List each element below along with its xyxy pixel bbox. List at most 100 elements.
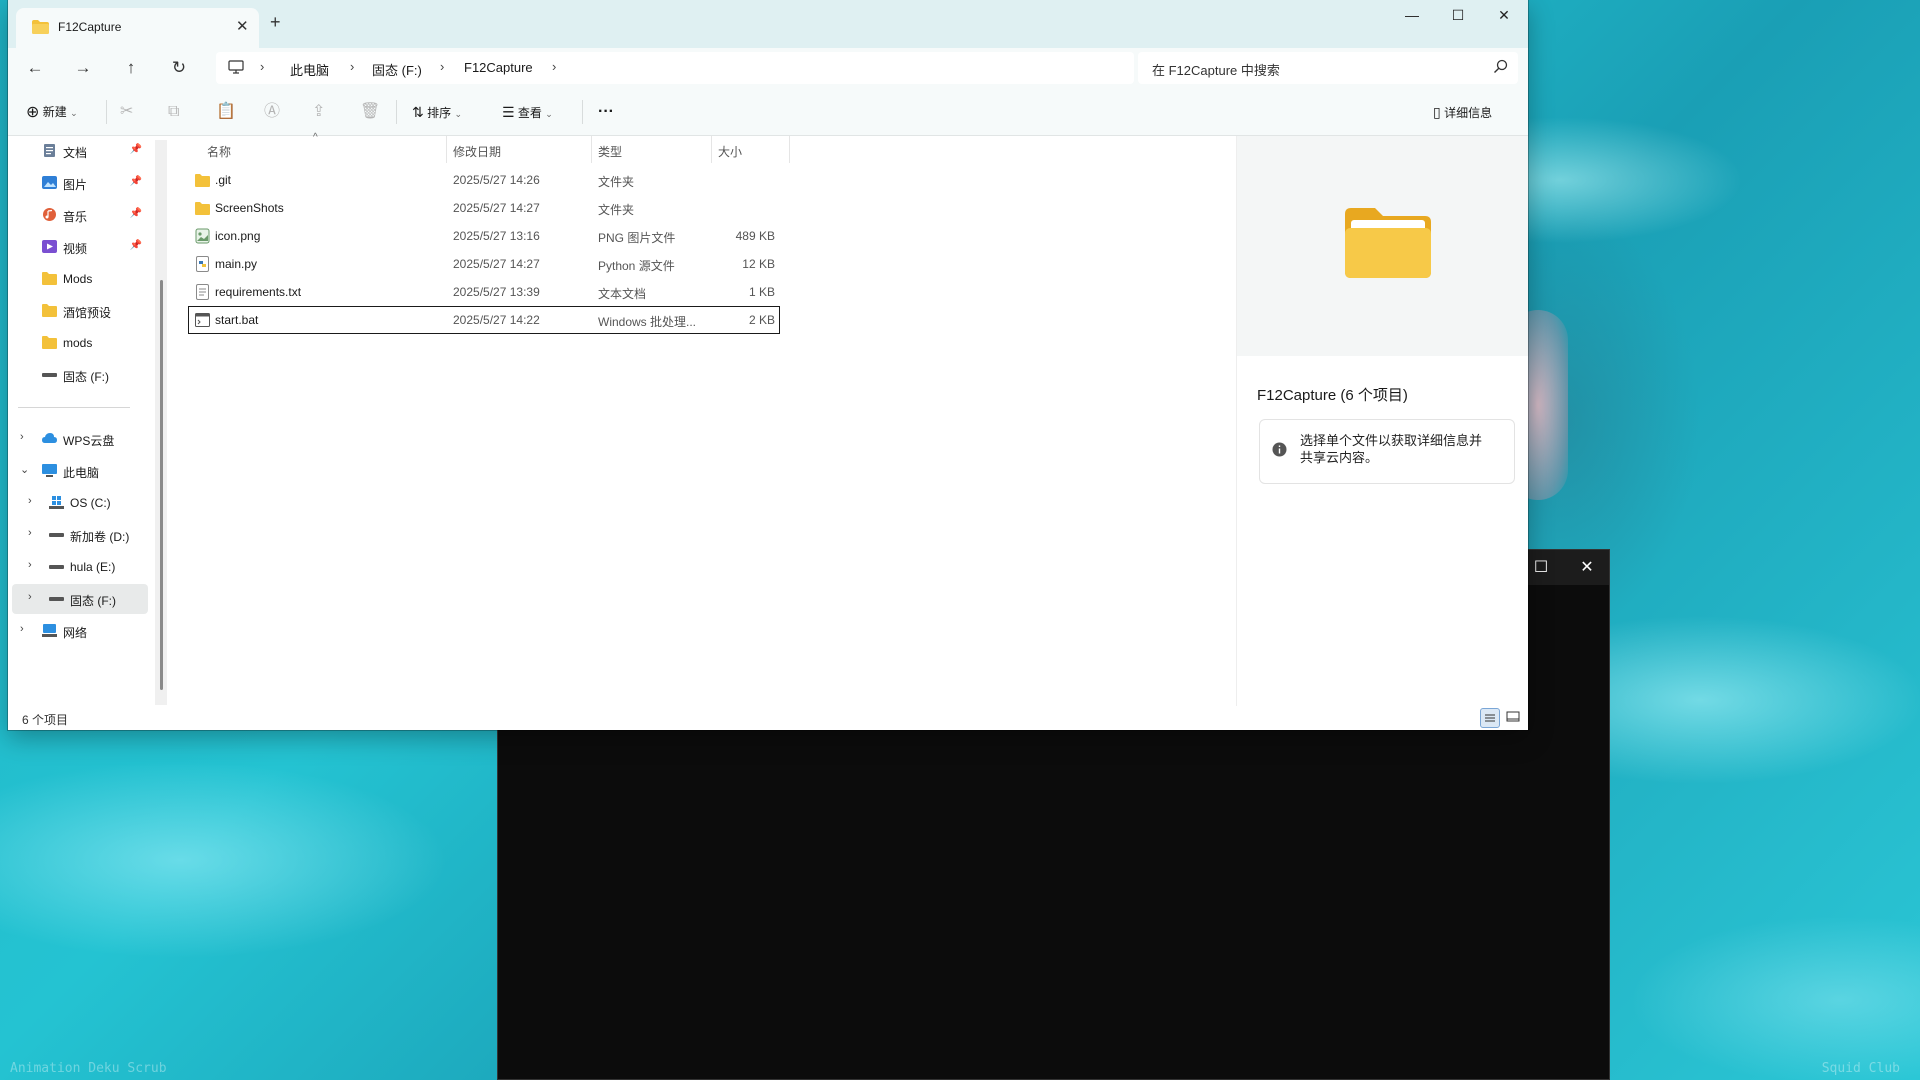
file-row-main-py[interactable]: main.py 2025/5/27 14:27 Python 源文件 12 KB	[189, 251, 779, 277]
copy-icon[interactable]: ⧉	[168, 98, 179, 126]
tab-close-button[interactable]: ✕	[236, 17, 249, 35]
breadcrumb-chevron-icon: ›	[260, 59, 265, 74]
tab-f12capture[interactable]: F12Capture ✕	[16, 8, 259, 48]
maximize-button[interactable]: ☐	[1435, 0, 1481, 32]
sidebar-item-drive-f[interactable]: › 固态 (F:)	[12, 584, 148, 614]
file-size: 12 KB	[742, 257, 775, 271]
details-preview	[1237, 136, 1528, 356]
file-row-screenshots[interactable]: ScreenShots 2025/5/27 14:27 文件夹	[189, 195, 779, 221]
paste-icon[interactable]: 📋	[216, 98, 236, 126]
file-modified: 2025/5/27 14:27	[453, 257, 540, 271]
breadcrumb-drive-f[interactable]: 固态 (F:)	[372, 60, 422, 79]
breadcrumb[interactable]: › 此电脑 › 固态 (F:) › F12Capture ›	[216, 52, 1134, 84]
folder-icon	[42, 336, 57, 349]
column-header-type[interactable]: 类型	[598, 143, 622, 160]
delete-icon[interactable]: 🗑	[360, 98, 380, 126]
drive-icon	[49, 597, 64, 601]
monitor-icon	[228, 60, 244, 74]
chevron-right-icon[interactable]: ›	[28, 495, 32, 507]
sidebar-item-drive-f-quick[interactable]: 固态 (F:)	[8, 360, 148, 390]
sidebar-item-network[interactable]: › 网络	[8, 616, 148, 646]
details-button-label: 详细信息	[1444, 106, 1493, 120]
sort-ascending-icon: ^	[313, 132, 318, 143]
column-divider[interactable]	[789, 136, 790, 163]
chevron-right-icon[interactable]: ›	[20, 623, 24, 635]
more-options-button[interactable]: ···	[598, 98, 614, 126]
sidebar-item-this-pc[interactable]: ⌄ 此电脑	[8, 456, 148, 486]
sidebar-item-music[interactable]: 音乐 📌	[8, 200, 148, 230]
sidebar-item-pictures[interactable]: 图片 📌	[8, 168, 148, 198]
sort-icon: ⇅	[412, 104, 424, 120]
file-modified: 2025/5/27 14:27	[453, 201, 540, 215]
forward-button[interactable]: →	[66, 54, 100, 82]
tiles-view-button[interactable]	[1504, 708, 1524, 728]
text-file-icon	[196, 284, 209, 300]
chevron-right-icon[interactable]: ›	[28, 591, 32, 603]
column-header-name[interactable]: 名称	[207, 143, 231, 160]
close-button[interactable]: ✕	[1481, 0, 1527, 32]
file-row-git[interactable]: .git 2025/5/27 14:26 文件夹	[189, 167, 779, 193]
column-divider[interactable]	[711, 136, 712, 163]
file-type: 文本文档	[598, 287, 647, 301]
chevron-right-icon[interactable]: ›	[28, 527, 32, 539]
file-row-requirements-txt[interactable]: requirements.txt 2025/5/27 13:39 文本文档 1 …	[189, 279, 779, 305]
view-button[interactable]: ☰ 查看 ⌄	[502, 98, 553, 126]
column-header-modified[interactable]: 修改日期	[453, 143, 501, 160]
pin-icon: 📌	[129, 176, 142, 187]
minimize-button[interactable]: —	[1389, 0, 1435, 32]
sidebar-item-videos[interactable]: 视频 📌	[8, 232, 148, 262]
item-count: 6 个项目	[22, 713, 69, 727]
sidebar-item-label: 此电脑	[63, 466, 100, 480]
cut-icon[interactable]: ✂	[120, 98, 133, 126]
terminal-close-button[interactable]: ✕	[1564, 550, 1610, 585]
chevron-down-icon: ⌄	[545, 109, 553, 119]
list-view-icon	[1485, 714, 1495, 722]
breadcrumb-this-pc[interactable]: 此电脑	[290, 60, 329, 79]
folder-icon	[42, 272, 57, 285]
sidebar-scrollbar[interactable]	[155, 140, 167, 705]
sidebar-item-documents[interactable]: 文档 📌	[8, 136, 148, 166]
up-button[interactable]: ↑	[114, 54, 148, 82]
file-size: 2 KB	[748, 313, 775, 327]
column-divider[interactable]	[446, 136, 447, 163]
column-divider[interactable]	[591, 136, 592, 163]
new-button[interactable]: ⊕ 新建 ⌄	[26, 98, 78, 126]
sidebar-item-wps-cloud[interactable]: › WPS云盘	[8, 424, 148, 454]
details-view-button[interactable]	[1480, 708, 1500, 728]
sidebar-item-label: 音乐	[63, 210, 88, 224]
sidebar-item-label: 图片	[63, 178, 88, 192]
details-pane: F12Capture (6 个项目) 选择单个文件以获取详细信息并 共享云内容。	[1236, 136, 1528, 706]
breadcrumb-f12capture[interactable]: F12Capture	[464, 60, 533, 75]
rename-icon[interactable]: Ⓐ	[264, 98, 280, 126]
refresh-button[interactable]: ↻	[162, 54, 196, 82]
share-icon[interactable]: ⇪	[312, 98, 325, 126]
file-row-start-bat[interactable]: start.bat 2025/5/27 14:22 Windows 批处理...…	[188, 306, 780, 334]
back-button[interactable]: ←	[18, 54, 52, 82]
chevron-right-icon[interactable]: ›	[20, 431, 24, 443]
pin-icon: 📌	[129, 208, 142, 219]
file-row-icon-png[interactable]: icon.png 2025/5/27 13:16 PNG 图片文件 489 KB	[189, 223, 779, 249]
sidebar-item-mods-lower[interactable]: mods	[8, 328, 148, 358]
new-tab-button[interactable]: +	[270, 12, 281, 33]
cloud-icon	[42, 433, 57, 443]
sidebar-scrollbar-thumb[interactable]	[160, 280, 163, 690]
file-size: 1 KB	[748, 285, 775, 299]
details-pane-button[interactable]: ▯ 详细信息	[1433, 98, 1492, 126]
breadcrumb-chevron-icon: ›	[552, 59, 557, 74]
search-placeholder: 在 F12Capture 中搜索	[1152, 63, 1280, 78]
chevron-down-icon[interactable]: ⌄	[20, 463, 29, 476]
file-name: icon.png	[215, 229, 261, 243]
search-input[interactable]: 在 F12Capture 中搜索	[1138, 52, 1518, 84]
sidebar-item-label: WPS云盘	[63, 434, 115, 448]
sidebar-item-mods-upper[interactable]: Mods	[8, 264, 148, 294]
sidebar-item-drive-d[interactable]: › 新加卷 (D:)	[8, 520, 148, 550]
music-icon	[43, 208, 56, 221]
sort-button[interactable]: ⇅ 排序 ⌄	[412, 98, 462, 126]
sidebar-item-tavern-presets[interactable]: 酒馆预设	[8, 296, 148, 326]
sidebar-item-drive-c[interactable]: › OS (C:)	[8, 488, 148, 518]
chevron-right-icon[interactable]: ›	[28, 559, 32, 571]
tiles-view-icon	[1506, 711, 1520, 722]
sidebar-item-drive-e[interactable]: › hula (E:)	[8, 552, 148, 582]
column-header-size[interactable]: 大小	[718, 143, 742, 160]
sidebar-item-label: 固态 (F:)	[63, 370, 109, 384]
